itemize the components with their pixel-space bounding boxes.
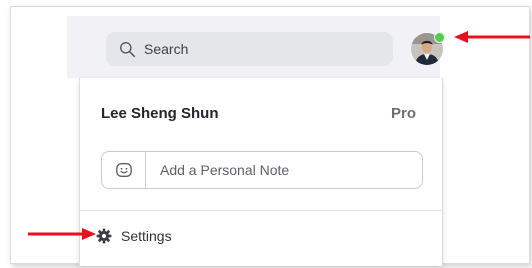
smiley-icon[interactable]	[102, 152, 146, 188]
personal-note-field[interactable]: Add a Personal Note	[101, 151, 423, 189]
plan-badge: Pro	[391, 105, 417, 122]
search-icon	[120, 41, 136, 57]
avatar[interactable]	[411, 32, 445, 65]
search-bar[interactable]: Search	[106, 32, 393, 66]
annotation-arrow-settings	[28, 228, 96, 240]
search-label: Search	[144, 41, 189, 57]
annotation-arrow-avatar	[454, 31, 530, 43]
settings-label: Settings	[121, 228, 172, 244]
online-status-dot	[434, 32, 445, 43]
gear-icon	[96, 228, 112, 244]
menu-divider	[80, 210, 442, 211]
settings-menu-item[interactable]: Settings	[96, 224, 172, 248]
personal-note-placeholder: Add a Personal Note	[160, 162, 290, 178]
user-name: Lee Sheng Shun	[101, 105, 219, 122]
